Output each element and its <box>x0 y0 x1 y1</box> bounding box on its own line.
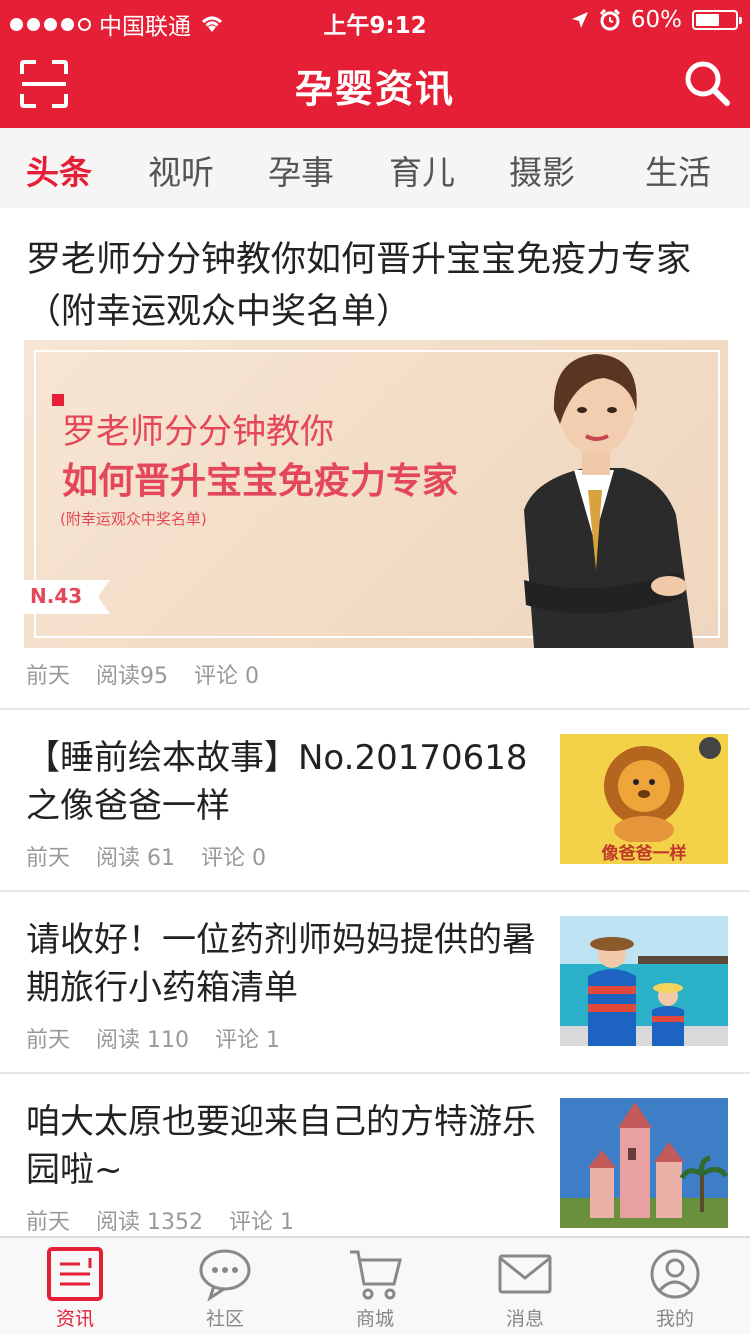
category-tabs: 头条 视听 孕事 育儿 摄影 生活 <box>0 128 750 208</box>
article-comments: 评论 1 <box>215 1028 281 1053</box>
featured-title[interactable]: 罗老师分分钟教你如何晋升宝宝免疫力专家（附幸运观众中奖名单） <box>26 234 726 338</box>
profile-icon <box>650 1249 700 1299</box>
castle-photo <box>560 1098 728 1228</box>
nav-news[interactable]: 资讯 <box>0 1246 150 1331</box>
app-header: 中国联通 上午9:12 60% 孕婴资讯 <box>0 0 750 128</box>
issue-tag: N.43 <box>24 580 110 614</box>
list-item[interactable]: 【睡前绘本故事】No.20170618之像爸爸一样 前天 阅读 61 评论 0 … <box>0 710 750 890</box>
title-bar: 孕婴资讯 <box>0 40 750 128</box>
list-item[interactable]: 请收好！一位药剂师妈妈提供的暑期旅行小药箱清单 前天 阅读 110 评论 1 <box>0 892 750 1072</box>
lion-book-cover: 像爸爸一样 <box>560 734 728 864</box>
location-arrow-icon <box>571 12 588 28</box>
featured-article[interactable]: 罗老师分分钟教你如何晋升宝宝免疫力专家（附幸运观众中奖名单） 罗老师分分钟教你 … <box>0 208 750 708</box>
article-meta: 前天 阅读 1352 评论 1 <box>26 1204 294 1236</box>
presenter-photo <box>524 354 694 648</box>
banner-line-2: 如何晋升宝宝免疫力专家 <box>62 461 459 502</box>
bottom-nav: 资讯 社区 商城 消息 我的 <box>0 1236 750 1334</box>
news-icon <box>47 1247 103 1301</box>
nav-messages[interactable]: 消息 <box>450 1246 600 1331</box>
featured-meta: 前天 阅读95 评论 0 <box>26 658 259 690</box>
article-reads: 阅读 61 <box>96 846 176 871</box>
featured-date: 前天 <box>26 664 71 689</box>
article-date: 前天 <box>26 846 71 871</box>
nav-label: 社区 <box>205 1308 244 1330</box>
status-bar: 中国联通 上午9:12 60% <box>0 0 750 40</box>
banner-line-3: (附幸运观众中奖名单) <box>60 510 207 528</box>
alarm-icon <box>599 9 620 31</box>
tab-parenting[interactable]: 育儿 <box>389 146 455 194</box>
nav-shop[interactable]: 商城 <box>300 1246 450 1331</box>
mail-icon <box>498 1254 552 1294</box>
search-icon[interactable] <box>682 58 732 108</box>
nav-label: 消息 <box>505 1308 544 1330</box>
page-title: 孕婴资讯 <box>294 67 455 111</box>
article-thumbnail[interactable] <box>560 916 728 1046</box>
article-title[interactable]: 【睡前绘本故事】No.20170618之像爸爸一样 <box>26 734 536 830</box>
tab-pregnancy[interactable]: 孕事 <box>268 146 334 194</box>
article-title[interactable]: 请收好！一位药剂师妈妈提供的暑期旅行小药箱清单 <box>26 916 536 1012</box>
list-item[interactable]: 咱大太原也要迎来自己的方特游乐园啦~ 前天 阅读 1352 评论 1 <box>0 1074 750 1254</box>
chat-icon <box>199 1249 251 1302</box>
article-comments: 评论 1 <box>229 1210 294 1235</box>
nav-label: 资讯 <box>55 1308 94 1330</box>
article-meta: 前天 阅读 110 评论 1 <box>26 1022 280 1054</box>
article-meta: 前天 阅读 61 评论 0 <box>26 840 266 872</box>
thumb-text: 像爸爸一样 <box>602 843 687 864</box>
tab-photography[interactable]: 摄影 <box>509 146 575 194</box>
featured-comments: 评论 0 <box>194 664 260 689</box>
beach-photo <box>560 916 728 1046</box>
tab-lifestyle[interactable]: 生活 <box>645 146 711 194</box>
featured-banner-image[interactable]: 罗老师分分钟教你 如何晋升宝宝免疫力专家 (附幸运观众中奖名单) N.43 <box>24 340 728 648</box>
nav-community[interactable]: 社区 <box>150 1246 300 1331</box>
issue-number: N.43 <box>30 584 83 608</box>
tab-headlines[interactable]: 头条 <box>26 146 92 194</box>
nav-label: 商城 <box>355 1308 394 1330</box>
battery-icon <box>692 10 742 30</box>
article-comments: 评论 0 <box>201 846 267 871</box>
nav-label: 我的 <box>655 1308 694 1330</box>
article-date: 前天 <box>26 1210 71 1235</box>
article-thumbnail[interactable]: 像爸爸一样 <box>560 734 728 864</box>
battery-percent: 60% <box>630 7 682 33</box>
cart-icon <box>350 1250 402 1300</box>
tab-video[interactable]: 视听 <box>148 146 214 194</box>
article-reads: 阅读 1352 <box>96 1210 203 1235</box>
featured-reads: 阅读95 <box>96 664 169 689</box>
article-date: 前天 <box>26 1028 71 1053</box>
banner-line-1: 罗老师分分钟教你 <box>62 412 334 452</box>
article-title[interactable]: 咱大太原也要迎来自己的方特游乐园啦~ <box>26 1098 536 1194</box>
nav-profile[interactable]: 我的 <box>600 1246 750 1331</box>
article-reads: 阅读 110 <box>96 1028 190 1053</box>
article-thumbnail[interactable] <box>560 1098 728 1228</box>
